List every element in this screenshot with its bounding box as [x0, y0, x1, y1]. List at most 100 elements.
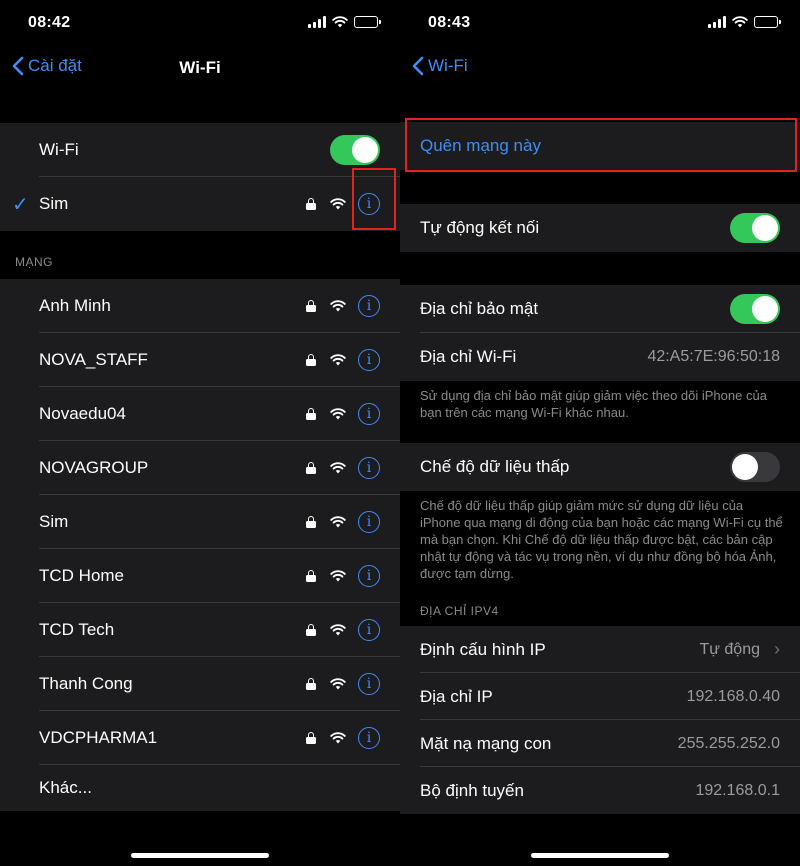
info-icon[interactable]: i: [358, 673, 380, 695]
lock-icon: [306, 408, 316, 420]
ipv4-section-label: ĐỊA CHỈ IPV4: [420, 604, 499, 618]
network-row[interactable]: TCD Home i: [0, 549, 400, 603]
wifi-status-icon: [332, 16, 348, 28]
router-value: 192.168.0.1: [695, 781, 780, 799]
network-row[interactable]: Novaedu04 i: [0, 387, 400, 441]
subnet-mask-row: Mặt nạ mạng con 255.255.252.0: [400, 720, 800, 767]
configure-ip-row[interactable]: Định cấu hình IP Tự động ›: [400, 626, 800, 673]
network-row[interactable]: Sim i: [0, 495, 400, 549]
low-data-group: Chế độ dữ liệu thấp: [400, 443, 800, 491]
low-data-note: Chế độ dữ liệu thấp giúp giảm mức sử dụn…: [420, 498, 783, 581]
lock-icon: [306, 354, 316, 366]
lock-icon: [306, 516, 316, 528]
forget-network-button[interactable]: Quên mạng này: [400, 122, 800, 170]
network-name: TCD Tech: [39, 620, 115, 639]
network-name: VDCPHARMA1: [39, 728, 158, 747]
other-network-row[interactable]: Khác...: [0, 765, 400, 811]
info-icon[interactable]: i: [358, 193, 380, 215]
networks-section-label: MẠNG: [15, 255, 53, 269]
wifi-status-icon: [732, 16, 748, 28]
chevron-left-icon: [12, 56, 24, 76]
private-address-toggle[interactable]: [730, 294, 780, 324]
ip-address-label: Địa chỉ IP: [420, 686, 493, 706]
chevron-right-icon: ›: [774, 639, 780, 659]
info-icon[interactable]: i: [358, 403, 380, 425]
lock-icon: [306, 624, 316, 636]
wifi-signal-icon: [330, 624, 346, 636]
info-icon[interactable]: i: [358, 511, 380, 533]
connected-network-name: Sim: [39, 194, 69, 213]
network-row[interactable]: NOVAGROUP i: [0, 441, 400, 495]
wifi-toggle[interactable]: [330, 135, 380, 165]
wifi-main-group: Wi-Fi ✓ Sim i: [0, 123, 400, 231]
subnet-mask-label: Mặt nạ mạng con: [420, 733, 552, 753]
auto-join-label: Tự động kết nối: [420, 218, 540, 237]
ip-address-row: Địa chỉ IP 192.168.0.40: [400, 673, 800, 720]
network-name: NOVA_STAFF: [39, 350, 148, 369]
private-address-row: Địa chỉ bảo mật: [400, 285, 800, 333]
auto-join-toggle[interactable]: [730, 213, 780, 243]
status-bar: 08:42: [0, 0, 400, 46]
configure-ip-value: Tự động: [699, 640, 760, 658]
wifi-signal-icon: [330, 678, 346, 690]
low-data-label: Chế độ dữ liệu thấp: [420, 457, 570, 476]
network-row[interactable]: VDCPHARMA1 i: [0, 711, 400, 765]
back-button-label: Wi-Fi: [428, 56, 468, 75]
navigation-bar: Wi-Fi: [400, 46, 800, 90]
info-icon[interactable]: i: [358, 349, 380, 371]
wifi-list-screen: 08:42 Cài đặt Wi-Fi Wi-Fi ✓ Sim i MẠNG A…: [0, 0, 400, 866]
ip-address-value: 192.168.0.40: [686, 687, 780, 705]
connected-network-row[interactable]: ✓ Sim i: [0, 177, 400, 231]
lock-icon: [306, 732, 316, 744]
networks-list: Anh Minh i NOVA_STAFF i Novaedu04 i NOVA…: [0, 279, 400, 811]
status-icons: [308, 16, 381, 28]
chevron-left-icon: [412, 56, 424, 76]
info-icon[interactable]: i: [358, 727, 380, 749]
subnet-mask-value: 255.255.252.0: [677, 734, 780, 752]
lock-icon: [306, 300, 316, 312]
network-detail-screen: 08:43 Wi-Fi Quên mạng này Tự động kết nố…: [400, 0, 800, 866]
info-icon[interactable]: i: [358, 457, 380, 479]
network-row[interactable]: Thanh Cong i: [0, 657, 400, 711]
status-bar: 08:43: [400, 0, 800, 46]
network-row[interactable]: TCD Tech i: [0, 603, 400, 657]
wifi-signal-icon: [330, 354, 346, 366]
wifi-address-label: Địa chỉ Wi-Fi: [420, 347, 517, 366]
auto-join-row: Tự động kết nối: [400, 204, 800, 252]
checkmark-icon: ✓: [12, 193, 29, 216]
network-name: Novaedu04: [39, 404, 126, 423]
private-address-label: Địa chỉ bảo mật: [420, 299, 539, 318]
network-name: Anh Minh: [39, 296, 111, 315]
navigation-bar: Cài đặt Wi-Fi: [0, 46, 400, 90]
lock-icon: [306, 678, 316, 690]
network-row[interactable]: Anh Minh i: [0, 279, 400, 333]
low-data-toggle[interactable]: [730, 452, 780, 482]
info-icon[interactable]: i: [358, 619, 380, 641]
low-data-row: Chế độ dữ liệu thấp: [400, 443, 800, 491]
network-name: TCD Home: [39, 566, 125, 585]
configure-ip-label: Định cấu hình IP: [420, 639, 546, 659]
forget-group: Quên mạng này: [400, 122, 800, 170]
network-name: Sim: [39, 512, 69, 531]
ipv4-group: Định cấu hình IP Tự động › Địa chỉ IP 19…: [400, 626, 800, 814]
home-indicator: [531, 853, 669, 858]
auto-join-group: Tự động kết nối: [400, 204, 800, 252]
back-button-wifi[interactable]: Wi-Fi: [412, 56, 468, 76]
wifi-signal-icon: [330, 408, 346, 420]
lock-icon: [306, 462, 316, 474]
cellular-signal-icon: [308, 16, 326, 28]
address-group: Địa chỉ bảo mật Địa chỉ Wi-Fi 42:A5:7E:9…: [400, 285, 800, 381]
forget-network-label: Quên mạng này: [420, 136, 541, 155]
wifi-toggle-row: Wi-Fi: [0, 123, 400, 177]
back-button-settings[interactable]: Cài đặt: [12, 56, 82, 76]
info-icon[interactable]: i: [358, 565, 380, 587]
private-address-note: Sử dụng địa chỉ bảo mật giúp giảm việc t…: [420, 388, 767, 420]
home-indicator: [131, 853, 269, 858]
status-time: 08:42: [28, 14, 71, 31]
network-name: NOVAGROUP: [39, 458, 149, 477]
battery-icon: [754, 16, 781, 28]
status-time: 08:43: [428, 14, 471, 31]
cellular-signal-icon: [708, 16, 726, 28]
network-row[interactable]: NOVA_STAFF i: [0, 333, 400, 387]
info-icon[interactable]: i: [358, 295, 380, 317]
